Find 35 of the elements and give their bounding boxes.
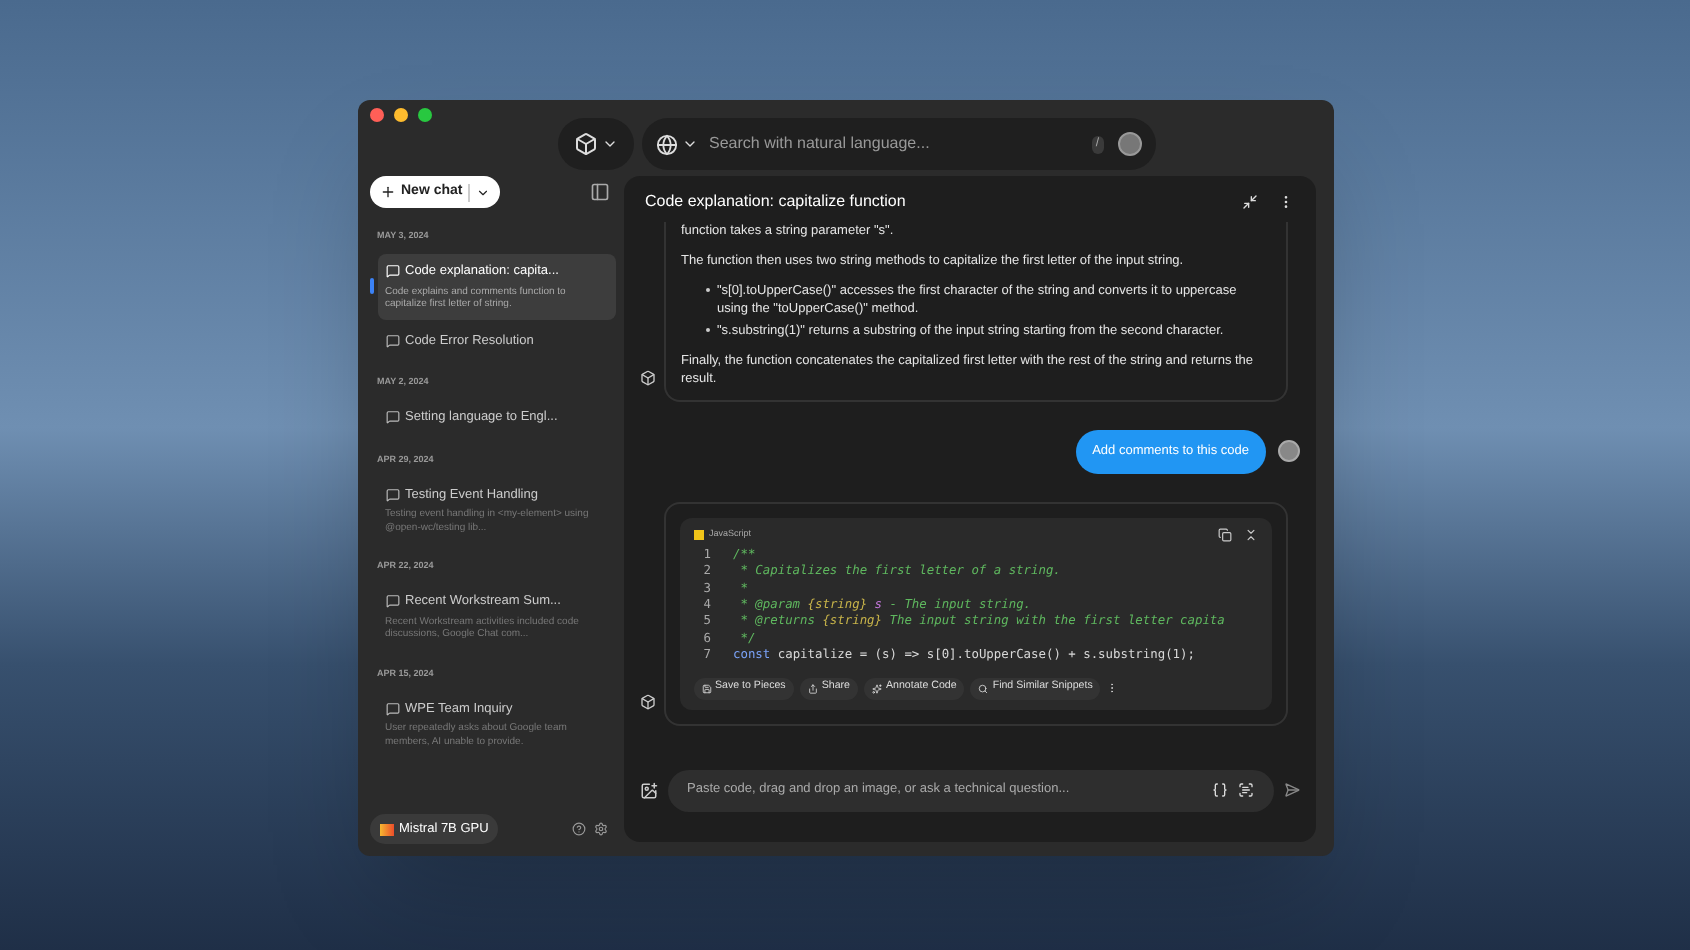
cube-logo-icon (573, 132, 597, 156)
chat-bubble-icon (385, 333, 399, 348)
logo-menu-button[interactable] (557, 118, 633, 170)
help-icon[interactable] (571, 822, 585, 836)
model-logo-icon (379, 823, 393, 835)
scan-icon[interactable] (1237, 782, 1253, 799)
assistant-avatar-icon (639, 370, 655, 386)
share-icon (807, 683, 818, 694)
settings-icon[interactable] (593, 822, 607, 836)
search-input[interactable]: Search with natural language... (709, 132, 1088, 156)
collapse-icon[interactable] (1243, 527, 1257, 542)
plus-icon (379, 184, 395, 200)
chat-bubble-icon (385, 594, 399, 609)
assistant-avatar-icon (639, 693, 655, 710)
avatar-icon[interactable] (1117, 132, 1141, 156)
collapse-icon[interactable] (1241, 193, 1257, 209)
caret-icon (601, 136, 617, 152)
image-icon[interactable] (639, 781, 657, 800)
chat-bubble-icon (385, 410, 399, 425)
find-icon (978, 683, 989, 694)
user-avatar-icon (1277, 440, 1299, 463)
chat-bubble-icon (385, 701, 399, 716)
chat-bubble-icon (385, 487, 399, 502)
braces-icon[interactable] (1211, 782, 1227, 799)
close-window-button[interactable] (369, 108, 383, 122)
caret-icon (681, 136, 697, 152)
zoom-window-button[interactable] (417, 108, 431, 122)
minimize-window-button[interactable] (393, 108, 407, 122)
sidebar-toggle-icon[interactable] (589, 182, 609, 202)
chat-title: Code explanation: capitalize function (645, 189, 906, 213)
caret-icon (476, 185, 491, 199)
copy-icon[interactable] (1217, 527, 1231, 542)
send-icon[interactable] (1283, 782, 1299, 799)
save-icon (701, 683, 711, 694)
chat-bubble-icon (385, 264, 399, 279)
